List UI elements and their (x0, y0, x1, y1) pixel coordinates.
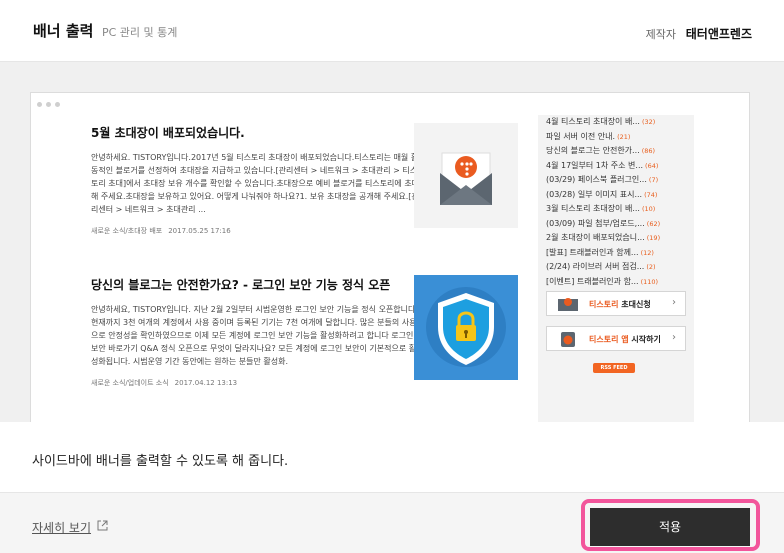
comment-count: (110) (640, 277, 659, 286)
invite-envelope-icon (558, 298, 578, 311)
comment-count: (74) (644, 190, 658, 199)
list-item-title: (2/24) 라이브러 서버 점검... (546, 262, 645, 271)
post-item: 5월 초대장이 배포되었습니다. 안녕하세요. TISTORY입니다.2017년… (91, 125, 421, 236)
list-item-title: 당신의 블로그는 안전한가... (546, 146, 640, 155)
list-item: [발표] 트래블러인과 함께... (12) (546, 246, 692, 261)
comment-count: (2) (646, 263, 656, 271)
comment-count: (12) (640, 248, 654, 257)
list-item-title: 2월 초대장이 배포되었습니... (546, 233, 645, 242)
banner-label: 티스토리 앱 시작하기 (589, 335, 661, 344)
chevron-right-icon: › (672, 297, 676, 308)
comment-count: (86) (641, 147, 656, 155)
post-item: 당신의 블로그는 안전한가요? - 로그인 보안 기능 정식 오픈 안녕하세요,… (91, 277, 421, 388)
comment-count: (64) (645, 161, 659, 170)
page-header: 배너 출력 PC 관리 및 통계 제작자 태터앤프렌즈 (0, 0, 784, 62)
list-item-title: 3월 티스토리 초대장이 배... (546, 204, 640, 213)
comment-count: (32) (641, 118, 656, 126)
window-dot-icon (37, 102, 42, 107)
post-title: 당신의 블로그는 안전한가요? - 로그인 보안 기능 정식 오픈 (91, 278, 391, 292)
post-thumbnail-shield (414, 275, 518, 380)
list-item-title: [이벤트] 트래블러인과 함... (546, 276, 639, 286)
list-item-title: (03/29) 페이스북 플러그인... (546, 175, 647, 184)
list-item-title: 파일 서버 이전 안내. (546, 131, 616, 141)
post-category: 새로운 소식/업데이트 소식 (91, 379, 169, 387)
comment-count: (62) (646, 219, 661, 228)
list-item: 당신의 블로그는 안전한가... (86) (546, 144, 692, 159)
apply-button-highlight (581, 499, 760, 551)
post-date: 2017.04.12 13:13 (174, 379, 238, 387)
list-item: 파일 서버 이전 안내. (21) (546, 130, 692, 145)
window-dot-icon (46, 102, 51, 107)
page-title: 배너 출력 (33, 22, 94, 40)
recent-posts-list: 4월 티스토리 초대장이 배... (32) 파일 서버 이전 안내. (21) 당… (546, 115, 692, 289)
comment-count: (10) (641, 205, 656, 213)
list-item: 4월 17일부터 1차 주소 변... (64) (546, 159, 692, 174)
app-phone-icon (561, 332, 575, 347)
rss-feed-badge: RSS FEED (593, 363, 635, 373)
comment-count: (7) (648, 176, 659, 184)
list-item: (03/29) 페이스북 플러그인... (7) (546, 173, 692, 188)
post-category: 새로운 소식/초대장 배포 (91, 227, 163, 235)
list-item-title: [발표] 트래블러인과 함께... (546, 247, 639, 257)
banner-preview-area: 5월 초대장이 배포되었습니다. 안녕하세요. TISTORY입니다.2017년… (0, 62, 784, 422)
security-shield-icon (426, 287, 506, 367)
list-item: 4월 티스토리 초대장이 배... (32) (546, 115, 692, 130)
post-excerpt: 안녕하세요. TISTORY입니다.2017년 5월 티스토리 초대장이 배포되… (91, 153, 420, 214)
window-titlebar (31, 93, 749, 115)
post-thumbnail-envelope (414, 123, 518, 228)
post-date: 2017.05.25 17:16 (168, 227, 231, 235)
chevron-right-icon: › (672, 332, 676, 343)
details-link[interactable]: 자세히 보기 (32, 519, 91, 536)
tistory-invite-banner: 티스토리 초대신청 › (546, 291, 686, 316)
list-item: (03/28) 일부 이미지 표시... (74) (546, 188, 692, 203)
banner-label: 티스토리 초대신청 (589, 300, 651, 309)
page-subtitle: PC 관리 및 통계 (102, 26, 178, 39)
comment-count: (19) (646, 234, 661, 242)
maker-label: 제작자 (645, 28, 676, 41)
list-item: (2/24) 라이브러 서버 점검... (2) (546, 260, 692, 275)
external-link-icon (97, 520, 108, 531)
list-item: 2월 초대장이 배포되었습니... (19) (546, 231, 692, 246)
list-item: (03/09) 파일 첨부/업로드,... (62) (546, 217, 692, 232)
list-item-title: 4월 티스토리 초대장이 배... (546, 117, 640, 126)
comment-count: (21) (617, 132, 631, 141)
window-dot-icon (55, 102, 60, 107)
preview-window: 5월 초대장이 배포되었습니다. 안녕하세요. TISTORY입니다.2017년… (30, 92, 750, 422)
preview-sidebar: 4월 티스토리 초대장이 배... (32) 파일 서버 이전 안내. (21) 당… (538, 115, 694, 422)
list-item-title: (03/28) 일부 이미지 표시... (546, 189, 643, 199)
list-item-title: 4월 17일부터 1차 주소 변... (546, 160, 644, 170)
plugin-description: 사이드바에 배너를 출력할 수 있도록 해 줍니다. (32, 454, 289, 469)
post-title: 5월 초대장이 배포되었습니다. (91, 126, 245, 140)
post-meta: 새로운 소식/업데이트 소식 2017.04.12 13:13 (91, 378, 421, 388)
post-meta: 새로운 소식/초대장 배포 2017.05.25 17:16 (91, 226, 421, 236)
list-item-title: (03/09) 파일 첨부/업로드,... (546, 218, 645, 228)
tistory-app-banner: 티스토리 앱 시작하기 › (546, 326, 686, 351)
list-item: [이벤트] 트래블러인과 함... (110) (546, 275, 692, 290)
envelope-icon (440, 152, 492, 205)
post-excerpt: 안녕하세요, TISTORY입니다. 지난 2월 2일부터 시범운영한 로그인 … (91, 305, 418, 366)
maker-name: 태터앤프렌즈 (685, 27, 752, 41)
list-item: 3월 티스토리 초대장이 배... (10) (546, 202, 692, 217)
